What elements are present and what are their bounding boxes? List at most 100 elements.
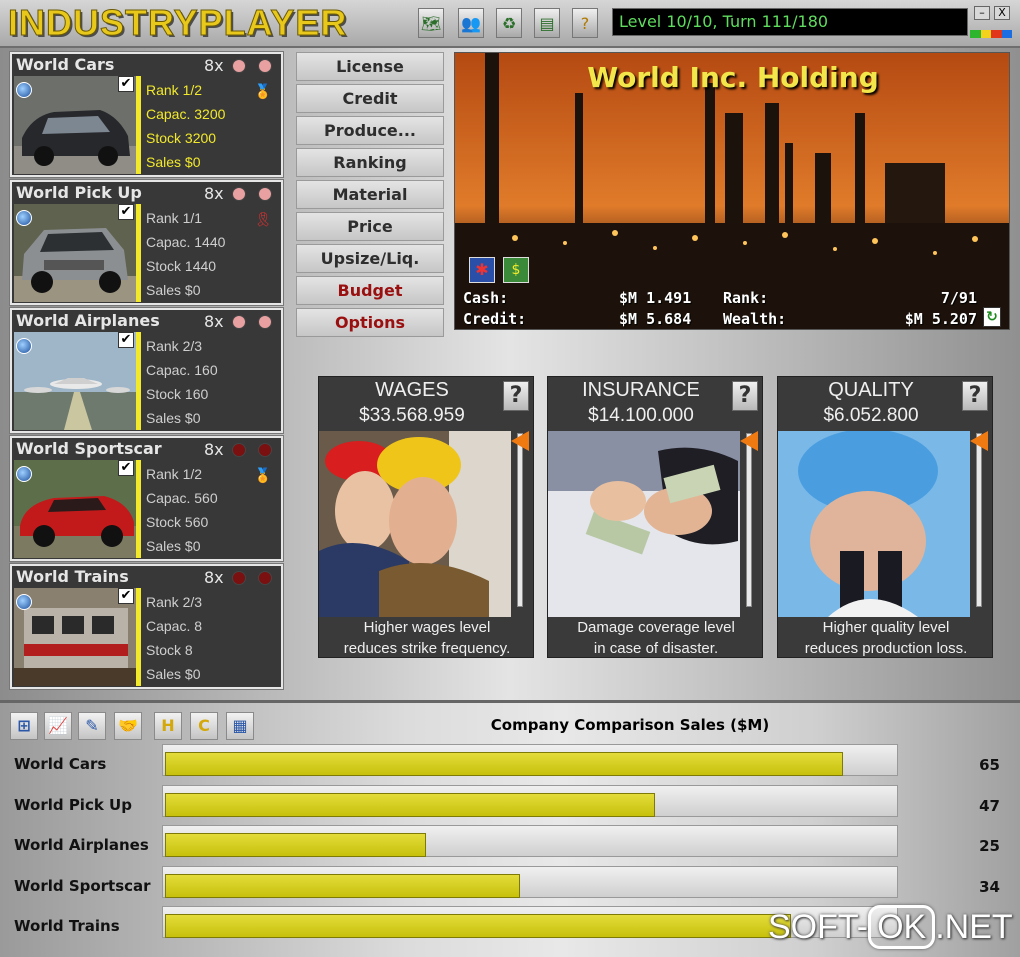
calculator-icon[interactable]: ▦: [226, 712, 254, 740]
bar-label: World Pick Up: [14, 796, 132, 814]
stats-icon[interactable]: ▤: [534, 8, 560, 38]
sales-bar: [165, 833, 426, 857]
product-stock: Stock 160: [146, 386, 209, 402]
active-checkbox[interactable]: ✔: [118, 332, 134, 348]
card-description-line: Higher wages level: [363, 619, 491, 636]
h-icon[interactable]: H: [154, 712, 182, 740]
medal-icon: 🏅: [254, 84, 272, 100]
people-icon[interactable]: 👥: [458, 8, 484, 38]
produce-button[interactable]: Produce...: [296, 116, 444, 145]
product-panel[interactable]: World Sportscar 8x ✔ Rank 1/2 Capac. 560…: [9, 435, 284, 562]
active-checkbox[interactable]: ✔: [118, 588, 134, 604]
wages-slider-knob[interactable]: [511, 431, 529, 451]
company-overview: World Inc. Holding ✱ $ Cash: $M 1.491 Cr…: [454, 52, 1010, 330]
globe-icon: [16, 210, 32, 226]
product-panel[interactable]: World Cars 8x ✔ Rank 1/2 Capac. 3200 Sto…: [9, 51, 284, 178]
credit-button[interactable]: Credit: [296, 84, 444, 113]
rank-value: 7/91: [940, 289, 977, 307]
line-chart-icon[interactable]: 📈: [44, 712, 72, 740]
status-dot-icon: [232, 571, 246, 585]
tree-icon[interactable]: ⊞: [10, 712, 38, 740]
watermark-right: .NET: [935, 908, 1013, 946]
help-button[interactable]: ?: [732, 381, 758, 411]
active-checkbox[interactable]: ✔: [118, 460, 134, 476]
money-icon[interactable]: $: [503, 257, 529, 283]
license-icon[interactable]: ✱: [469, 257, 495, 283]
cash-label: Cash:: [463, 289, 509, 307]
product-panel[interactable]: World Airplanes 8x ✔ Rank 2/3 Capac. 160…: [9, 307, 284, 434]
ranking-button[interactable]: Ranking: [296, 148, 444, 177]
product-panel[interactable]: World Trains 8x ✔ Rank 2/3 Capac. 8 Stoc…: [9, 563, 284, 690]
status-dot-icon: [232, 187, 246, 201]
product-bar: [136, 460, 141, 558]
quality-slider-track[interactable]: [976, 433, 982, 607]
microscope-image: [778, 431, 970, 617]
card-title: WAGES: [375, 379, 449, 401]
c-icon[interactable]: C: [190, 712, 218, 740]
quality-card: QUALITY $6.052.800 ? Higher quality leve…: [777, 376, 993, 658]
bar-value: 65: [979, 756, 1000, 774]
help-button[interactable]: ?: [503, 381, 529, 411]
watermark-mid: OK: [868, 905, 936, 949]
budget-button[interactable]: Budget: [296, 276, 444, 305]
bar-label: World Trains: [14, 917, 120, 935]
close-button[interactable]: X: [994, 6, 1010, 20]
card-amount: $14.100.000: [588, 405, 694, 426]
help-icon[interactable]: ?: [572, 8, 598, 38]
insurance-slider-track[interactable]: [746, 433, 752, 607]
product-name: World Trains: [16, 567, 129, 586]
pen-icon[interactable]: ✎: [78, 712, 106, 740]
price-button[interactable]: Price: [296, 212, 444, 241]
watermark: SOFT- OK .NET: [768, 905, 1013, 949]
status-lamp: [1001, 30, 1012, 38]
wages-slider-track[interactable]: [517, 433, 523, 607]
upsize-liquidate-button[interactable]: Upsize/Liq.: [296, 244, 444, 273]
workers-image: [319, 431, 511, 617]
help-button[interactable]: ?: [962, 381, 988, 411]
product-stock: Stock 3200: [146, 130, 217, 146]
cash-value: $M 1.491: [619, 289, 692, 307]
product-multiplier: 8x: [204, 440, 224, 459]
active-checkbox[interactable]: ✔: [118, 76, 134, 92]
sales-bar: [165, 793, 655, 817]
product-capacity: Capac. 160: [146, 362, 218, 378]
globe-icon: [16, 594, 32, 610]
status-dot-icon: [258, 59, 272, 73]
product-capacity: Capac. 8: [146, 618, 203, 634]
insurance-slider-knob[interactable]: [740, 431, 758, 451]
recycle-icon[interactable]: ♻: [496, 8, 522, 38]
quality-slider-knob[interactable]: [970, 431, 988, 451]
refresh-icon[interactable]: ↻: [983, 307, 1001, 327]
license-button[interactable]: License: [296, 52, 444, 81]
bar-label: World Cars: [14, 755, 107, 773]
product-stock: Stock 8: [146, 642, 193, 658]
level-status: Level 10/10, Turn 111/180: [612, 8, 968, 36]
credit-value: $M 5.684: [619, 310, 692, 328]
minimize-button[interactable]: –: [974, 6, 990, 20]
card-description: Damage coverage level in case of disaster…: [548, 617, 764, 659]
active-checkbox[interactable]: ✔: [118, 204, 134, 220]
company-name: World Inc. Holding: [587, 61, 879, 94]
card-title: INSURANCE: [582, 379, 700, 401]
globe-icon: [16, 82, 32, 98]
status-dot-icon: [258, 571, 272, 585]
options-button[interactable]: Options: [296, 308, 444, 337]
product-name: World Pick Up: [16, 183, 142, 202]
product-stock: Stock 560: [146, 514, 209, 530]
wealth-label: Wealth:: [723, 310, 787, 328]
product-multiplier: 8x: [204, 56, 224, 75]
map-icon[interactable]: 🗺: [418, 8, 444, 38]
sales-bar: [165, 874, 520, 898]
product-rank: Rank 2/3: [146, 594, 203, 610]
status-lamp: [991, 30, 1002, 38]
medal-icon: 🏅: [254, 468, 272, 484]
product-multiplier: 8x: [204, 568, 224, 587]
material-button[interactable]: Material: [296, 180, 444, 209]
product-sales: Sales $0: [146, 538, 201, 554]
bar-value: 47: [979, 797, 1000, 815]
product-panel[interactable]: World Pick Up 8x ✔ Rank 1/1 Capac. 1440 …: [9, 179, 284, 306]
ribbon-icon: 🎗: [254, 212, 272, 228]
watermark-left: SOFT-: [768, 908, 869, 946]
handshake-icon[interactable]: 🤝: [114, 712, 142, 740]
product-capacity: Capac. 560: [146, 490, 218, 506]
